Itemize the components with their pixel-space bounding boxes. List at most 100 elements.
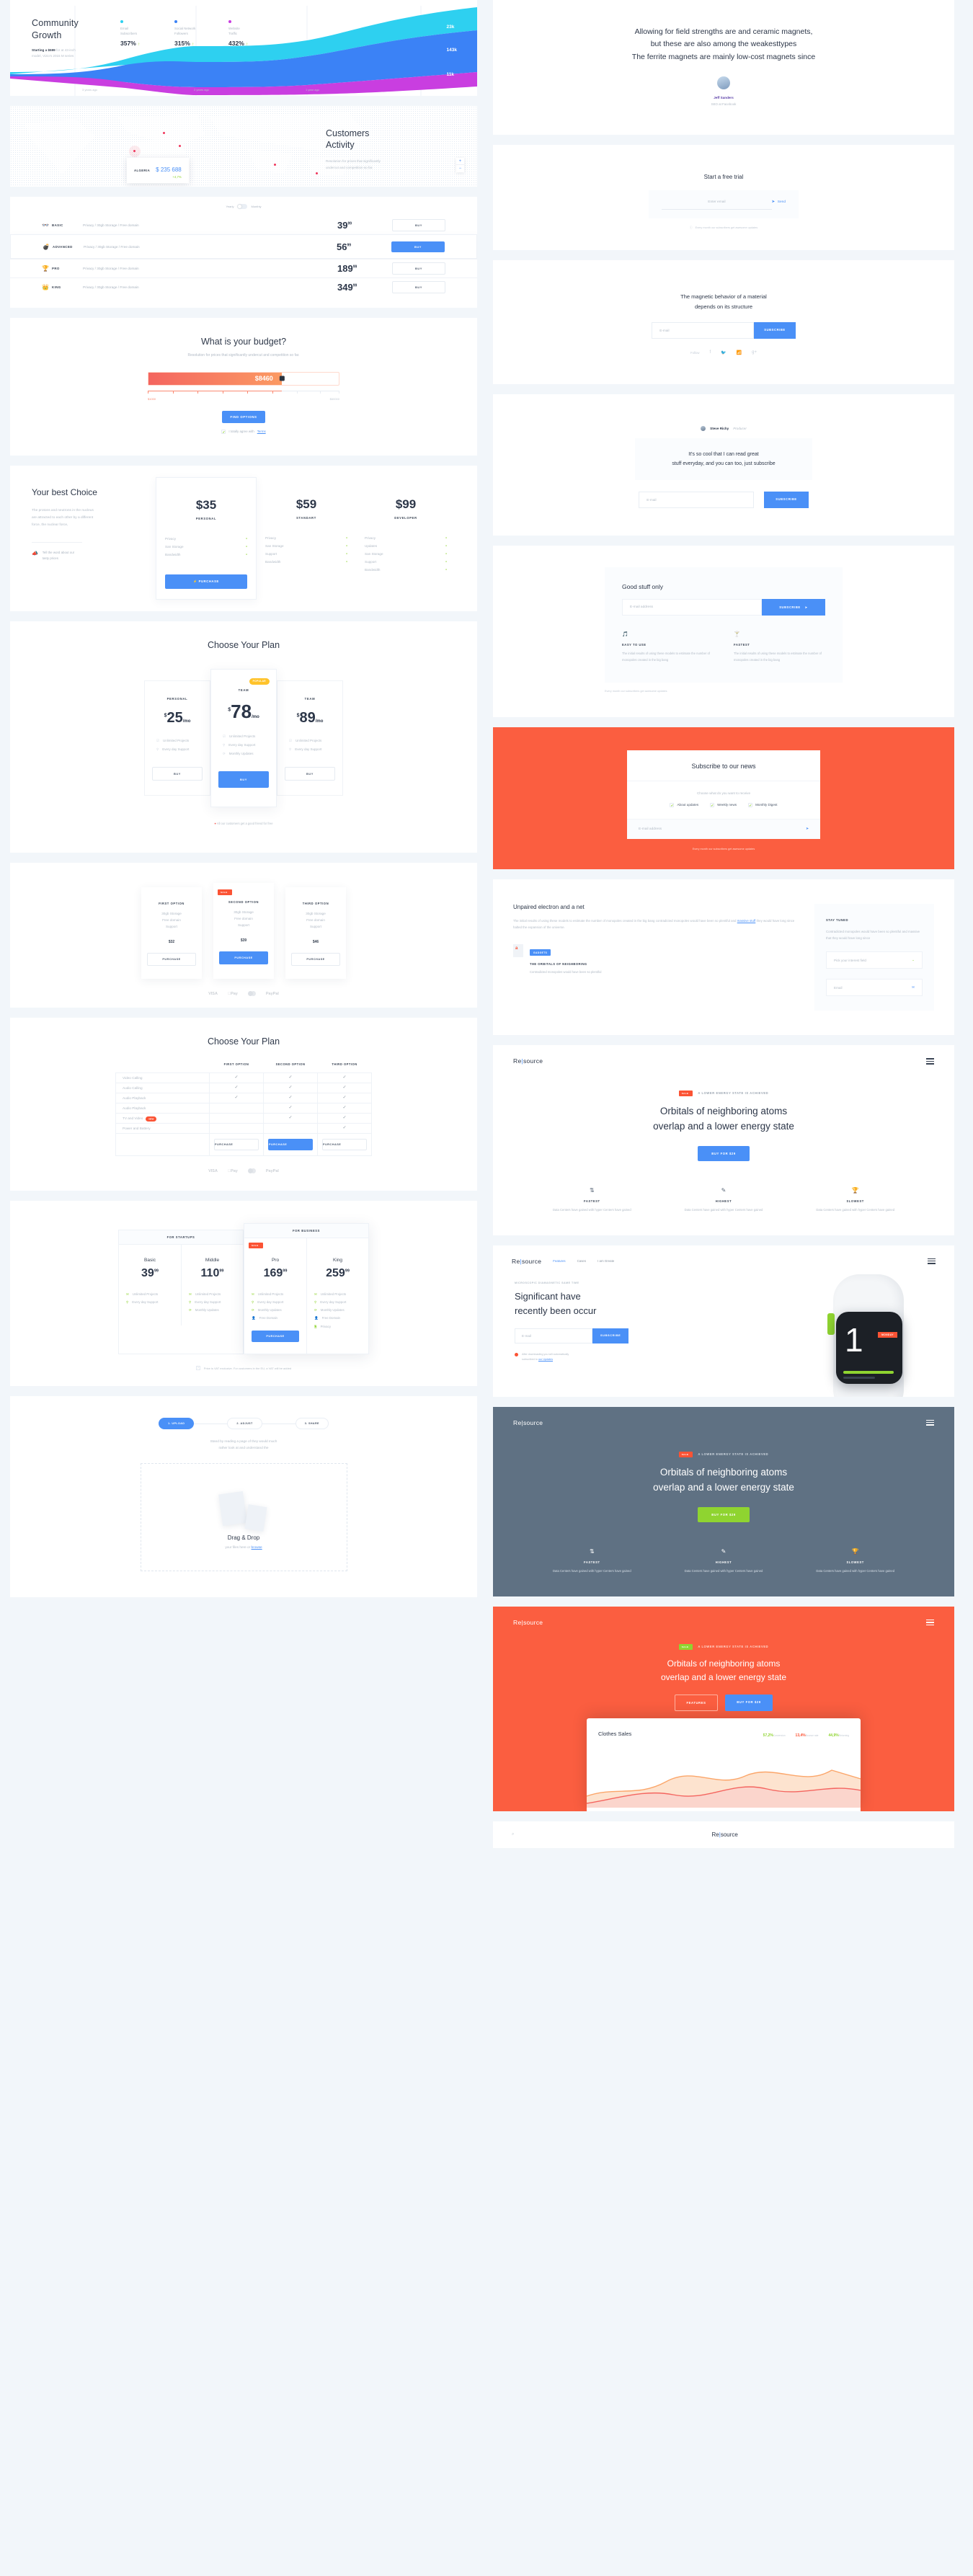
purchase-button-primary[interactable]: PURCHASE	[219, 951, 268, 965]
buy-button[interactable]: BUY	[392, 281, 445, 293]
purchase-button-primary[interactable]: PURCHASE	[268, 1139, 313, 1151]
budget-slider[interactable]: $8460	[148, 371, 339, 386]
plan-row-advanced[interactable]: 💣 ADVANCED Privacy / 30gb Storage / Free…	[10, 234, 477, 259]
buy-button[interactable]: BUY	[285, 766, 335, 781]
purchase-button[interactable]: ⚡ PURCHASE	[165, 574, 247, 589]
checkbox-checked-icon[interactable]: ✔	[221, 429, 226, 434]
option-weekly-news[interactable]: ✔ Weekly news	[710, 802, 737, 807]
menu-icon[interactable]	[928, 1257, 936, 1266]
features-button[interactable]: FEATURES	[675, 1695, 718, 1712]
send-button[interactable]: ➤ Send	[772, 200, 786, 209]
plan-column-king[interactable]: King 25999 ✉ Unlimited Projects ⚲ Every da…	[306, 1238, 368, 1354]
testimonial-text: Allowing for field strengths are and cer…	[631, 27, 816, 61]
dropzone[interactable]: Drag & Drop your files here or browse	[140, 1462, 347, 1571]
plan-row-basic[interactable]: 👓 BASIC Privacy / 30gb Storage / Free do…	[10, 216, 477, 234]
email-row[interactable]: E-mail address ➤	[627, 818, 820, 839]
purchase-button-primary[interactable]: PURCHASE	[252, 1331, 299, 1343]
plan-card-team[interactable]: TEAM $89/mo ☑ Unlimited Projects ⚲ Every d…	[277, 680, 343, 796]
interest-select[interactable]: Pick your interest field ⌄	[826, 951, 923, 969]
google-plus-icon[interactable]: g+	[752, 350, 757, 355]
purchase-button[interactable]: PURCHASE	[214, 1139, 259, 1151]
inline-link[interactable]: massive stuff	[737, 919, 756, 923]
search-icon[interactable]: ⌕	[512, 1832, 514, 1837]
billing-toggle[interactable]: Yearly Monthly	[10, 204, 477, 209]
option-about-updates[interactable]: ✔ About updates	[670, 802, 698, 807]
purchase-button[interactable]: PURCHASE	[291, 953, 340, 967]
logo[interactable]: Re|source	[513, 1619, 543, 1626]
purchase-button[interactable]: PURCHASE	[322, 1139, 367, 1151]
logo[interactable]: Re|source	[513, 1419, 543, 1426]
menu-icon[interactable]	[926, 1057, 934, 1065]
email-input[interactable]: E-mail address	[622, 599, 762, 616]
buy-button-primary[interactable]: BUY	[391, 241, 445, 252]
email-input[interactable]: E-mail address	[639, 827, 662, 831]
email-input[interactable]: E-mail	[639, 492, 755, 509]
checkbox-checked-icon[interactable]: ✔	[670, 802, 675, 807]
nav-link-features[interactable]: Features	[553, 1259, 565, 1263]
step-upload[interactable]: 1. UPLOAD	[159, 1418, 195, 1430]
category-tag[interactable]: GADGETS	[530, 949, 551, 956]
subscribe-button[interactable]: SUBSCRIBE	[754, 321, 796, 339]
send-icon[interactable]: ➤	[806, 827, 809, 831]
nav-link-greate[interactable]: I am Greate	[597, 1259, 614, 1263]
logo[interactable]: Re|source	[712, 1831, 738, 1838]
rss-icon[interactable]: 📶	[737, 350, 742, 355]
buy-button[interactable]: BUY FOR $29	[698, 1145, 750, 1161]
article-item[interactable]: GADGETS THE ORBITALS OF NEIGHBORING Cont…	[513, 943, 799, 975]
nav-link-cases[interactable]: Cases	[577, 1259, 586, 1263]
option-card-second[interactable]: SALE SECOND OPTION 30gb Storage Free dom…	[213, 882, 274, 980]
plan-card-team-popular[interactable]: POPULAR TEAM $78/mo ☑ Unlimited Projects …	[210, 668, 277, 807]
compare-table-card: Choose Your Plan FIRST OPTION SECOND OPT…	[10, 1018, 477, 1191]
subscribe-button[interactable]: SUBSCRIBE ➤	[762, 599, 825, 616]
buy-button[interactable]: BUY FOR $29	[698, 1506, 750, 1522]
terms-agree-row[interactable]: ✔ I totally agree with Terms	[10, 429, 477, 434]
step-share[interactable]: 3. SHARE	[295, 1418, 329, 1430]
slider-knob[interactable]	[279, 376, 285, 381]
buy-button-primary[interactable]: BUY	[218, 770, 269, 788]
zoom-out-button[interactable]: −	[456, 165, 464, 172]
step-adjust[interactable]: 2. ADJUST	[227, 1418, 262, 1430]
plan-row-king[interactable]: 👑 KING Privacy / 30gb Storage / Free dom…	[10, 277, 477, 296]
table-row: Audio Playback ✓ ✓ ✓	[115, 1093, 372, 1104]
megaphone-icon: 📣	[32, 551, 38, 556]
checkbox-checked-icon[interactable]: ✔	[748, 802, 753, 807]
map-zoom-controls[interactable]: + −	[456, 158, 464, 172]
email-input[interactable]: E-mail	[515, 1328, 592, 1344]
option-monthly-digest[interactable]: ✔ Monthly Digest	[748, 802, 778, 807]
buy-button[interactable]: BUY	[152, 766, 203, 781]
subscribe-button[interactable]: SUBSCRIBE	[764, 492, 809, 509]
watch-note: After downloading you will automatically…	[515, 1352, 731, 1362]
updates-link[interactable]: our Updates	[538, 1358, 553, 1361]
subscribe-button[interactable]: SUBSCRIBE	[592, 1328, 629, 1344]
buy-button[interactable]: BUY	[392, 262, 445, 275]
terms-link[interactable]: Terms	[257, 430, 266, 433]
plan-card-developer[interactable]: $99 DEVELOPER Privacy Updates San Storag…	[356, 487, 456, 590]
email-field[interactable]: Email ✉	[826, 979, 923, 997]
checkbox-checked-icon[interactable]: ✔	[710, 802, 715, 807]
browse-link[interactable]: browse	[252, 1545, 262, 1549]
purchase-button[interactable]: PURCHASE	[147, 953, 196, 967]
plan-row-pro[interactable]: 🏆 PRO Privacy / 30gb Storage / Free doma…	[10, 259, 477, 277]
logo[interactable]: Re|source	[513, 1057, 543, 1065]
plan-column-pro[interactable]: SALE Pro 16999 ✉ Unlimited Projects ⚲ Ever…	[244, 1238, 306, 1354]
twitter-icon[interactable]: 🐦	[721, 350, 726, 355]
plan-column-basic[interactable]: Basic 3999 ✉ Unlimited Projects ⚲ Every da…	[119, 1245, 181, 1325]
plan-card-personal[interactable]: PERSONAL $25/mo ☑ Unlimited Projects ⚲ Eve…	[144, 680, 210, 796]
plan-card-standart[interactable]: $59 STANDART Privacy San Storage Support…	[257, 487, 356, 590]
option-card-third[interactable]: THIRD OPTION 30gb Storage Free domain Su…	[285, 887, 346, 980]
buy-button[interactable]: BUY FOR $29	[725, 1695, 773, 1712]
logo[interactable]: Re|source	[512, 1258, 541, 1265]
plan-card-personal[interactable]: $35 PERSONAL Privacy San Storage Bandwid…	[156, 476, 257, 600]
menu-icon[interactable]	[926, 1418, 934, 1427]
plan-column-middle[interactable]: Middle 11099 ✉ Unlimited Projects ⚲ Every …	[181, 1245, 243, 1326]
email-input[interactable]: Enter email	[662, 200, 772, 210]
menu-icon[interactable]	[926, 1618, 934, 1627]
good-stuff-card: Good stuff only E-mail address SUBSCRIBE…	[493, 546, 954, 717]
find-options-button[interactable]: FIND OPTIONS	[222, 410, 265, 423]
buy-button[interactable]: BUY	[392, 218, 445, 231]
facebook-icon[interactable]: f	[709, 350, 711, 355]
zoom-in-button[interactable]: +	[456, 158, 464, 165]
toggle-switch[interactable]	[237, 204, 248, 209]
email-input[interactable]: E-mail	[652, 321, 755, 339]
option-card-first[interactable]: FIRST OPTION 30gb Storage Free domain Su…	[141, 887, 202, 980]
